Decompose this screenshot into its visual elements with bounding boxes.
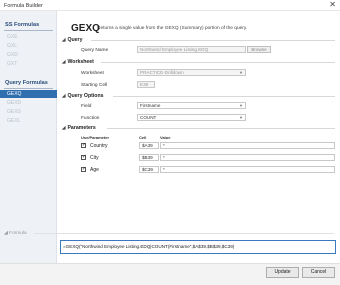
dropdown-arrow-icon: ▼ [239,103,243,108]
query-name-label: Query Name [81,48,109,53]
dropdown-arrow-icon: ▼ [239,115,243,120]
sidebar: SS Formulas GXE GXL GXD GXT Query Formul… [0,11,57,263]
dropdown-arrow-icon: ▼ [239,70,243,75]
close-icon[interactable]: ✕ [329,1,336,9]
browse-button[interactable]: Browse [247,46,271,53]
starting-cell-label: Starting Cell [81,83,108,88]
divider [107,128,335,129]
collapse-caret-icon: ◢ [62,93,66,98]
check-icon[interactable]: ✓ [81,155,86,160]
column-header-use-parameter: Use/Parameter [81,135,110,140]
title-bar: Formula Builder ✕ [0,0,340,11]
sidebar-item-gxd[interactable]: GXD [7,52,18,58]
parameter-value-field[interactable]: * [160,166,335,173]
worksheet-value: PRACTICE-Drilldown [140,70,184,75]
sidebar-item-gexq[interactable]: GEXQ [0,90,57,98]
parameter-cell-field[interactable]: $A39 [139,142,159,149]
sidebar-item-gxl[interactable]: GXL [7,43,17,49]
divider [34,233,334,234]
formula-section-heading[interactable]: ◢ Formula [4,231,27,236]
cancel-button[interactable]: Cancel [302,267,335,278]
function-value: COUNT [140,115,157,120]
starting-cell-field[interactable]: E39 [137,81,155,88]
check-icon[interactable]: ✓ [81,143,86,148]
sidebar-item-gxe[interactable]: GXE [7,34,18,40]
update-button[interactable]: Update [266,267,299,278]
parameter-name: City [90,155,99,161]
column-header-cell: Cell [139,135,147,140]
query-options-section-heading[interactable]: ◢ Query Options [62,93,104,99]
sidebar-item-gexl[interactable]: GEXL [7,118,20,124]
parameter-value-field[interactable]: * [160,154,335,161]
query-formulas-heading: Query Formulas [5,80,48,86]
divider [4,88,53,89]
function-select[interactable]: COUNT ▼ [137,114,246,121]
function-label: Function [81,116,100,121]
section-label: Query [67,37,83,43]
parameter-name: Country [90,143,108,149]
page-description: Returns a single value from the GEXQ (Su… [97,26,248,31]
worksheet-section-heading[interactable]: ◢ Worksheet [62,59,94,65]
sidebar-item-gxt[interactable]: GXT [7,61,17,67]
query-name-field[interactable]: Northwind Employee Listing.EDQ [137,46,246,53]
sidebar-item-gexd[interactable]: GEXD [7,100,21,106]
worksheet-select[interactable]: PRACTICE-Drilldown ▼ [137,69,246,76]
collapse-caret-icon: ◢ [62,125,66,130]
divider [113,96,335,97]
ss-formulas-heading: SS Formulas [5,22,40,28]
check-icon[interactable]: ✓ [81,167,86,172]
section-label: Worksheet [67,59,94,65]
sidebar-item-gexs[interactable]: GEXS [7,109,21,115]
worksheet-label: Worksheet [81,71,104,76]
collapse-caret-icon: ◢ [62,37,66,42]
section-label: Parameters [67,125,96,131]
section-label: Formula [9,231,27,236]
parameter-name: Age [90,167,99,173]
column-header-value: Value [160,135,171,140]
field-value: Firstname [140,103,161,108]
formula-text-field[interactable]: =GEXQ("Northwind Employee Listing.EDQ|CO… [60,240,336,254]
parameter-value-field[interactable]: * [160,142,335,149]
divider [101,62,335,63]
section-label: Query Options [67,93,104,99]
parameter-cell-field[interactable]: $C39 [139,166,159,173]
query-section-heading[interactable]: ◢ Query [62,37,82,43]
parameters-section-heading[interactable]: ◢ Parameters [62,125,96,131]
divider [4,30,53,31]
field-label: Field [81,104,92,109]
page-title: GEXQ [71,23,100,34]
collapse-caret-icon: ◢ [62,59,66,64]
parameter-cell-field[interactable]: $B39 [139,154,159,161]
window-title: Formula Builder [4,2,43,9]
field-select[interactable]: Firstname ▼ [137,102,246,109]
divider [91,40,335,41]
